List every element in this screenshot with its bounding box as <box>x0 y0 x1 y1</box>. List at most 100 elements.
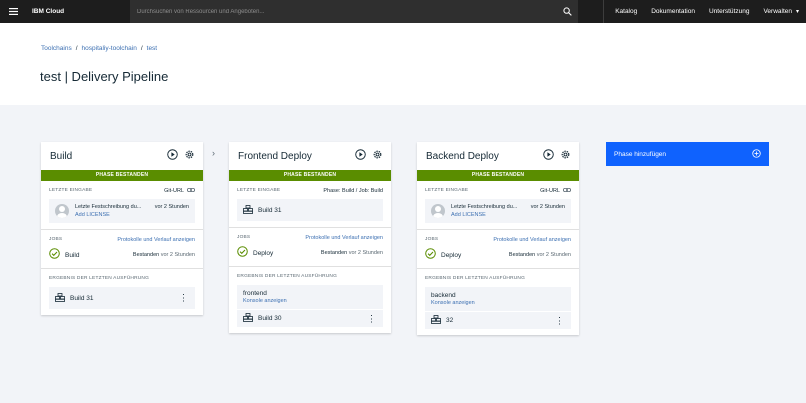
nav-divider <box>603 0 605 23</box>
app-name: backend <box>431 292 456 299</box>
search-bar <box>130 0 578 23</box>
build-icon <box>431 315 441 326</box>
breadcrumb-toolchain[interactable]: hospitaliy-toolchain <box>82 45 137 52</box>
commit-link[interactable]: Add LICENSE <box>75 211 189 219</box>
job-name: Build <box>65 251 80 259</box>
nav-katalog[interactable]: Katalog <box>608 0 644 23</box>
top-bar: IBM Cloud Katalog Dokumentation Unterstü… <box>0 0 806 23</box>
section-last-result: ERGEBNIS DER LETZTEN AUSFÜHRUNG backend … <box>417 269 579 335</box>
breadcrumb-separator: / <box>140 45 143 52</box>
add-phase-label: Phase hinzufügen <box>614 150 667 158</box>
gear-icon[interactable] <box>372 147 383 165</box>
commit-time: vor 2 Stunden <box>154 204 189 210</box>
search-icon[interactable] <box>556 0 578 23</box>
gear-icon[interactable] <box>560 147 571 165</box>
overflow-menu-icon[interactable]: ⋮ <box>555 316 564 325</box>
job-row[interactable]: Build Bestanden vor 2 Stunden <box>49 248 195 262</box>
nav-verwalten[interactable]: Verwalten ▾ <box>756 0 806 23</box>
section-last-input: LETZTE EINGABE Git-URL Letzte Festschrei… <box>417 181 579 230</box>
stage-title: Backend Deploy <box>426 150 499 162</box>
commit-tile: Letzte Festschreibung du... vor 2 Stunden… <box>425 199 571 223</box>
result-tile: frontend Konsole anzeigen <box>237 285 383 309</box>
build-label: 32 <box>446 317 454 324</box>
play-icon[interactable] <box>543 147 554 165</box>
avatar <box>55 204 69 218</box>
job-row[interactable]: Deploy Bestanden vor 2 Stunden <box>425 248 571 262</box>
nav-verwalten-label: Verwalten <box>763 8 792 15</box>
git-url-label: Git-URL <box>540 187 560 194</box>
section-label: LETZTE EINGABE <box>49 188 93 193</box>
build-tile: Build 31 <box>237 199 383 221</box>
link-icon[interactable] <box>187 187 195 195</box>
section-last-input: LETZTE EINGABE Git-URL Letzte Festschrei… <box>41 181 203 230</box>
stage-header: Frontend Deploy <box>229 142 391 170</box>
job-name: Deploy <box>441 251 462 259</box>
view-logs-link[interactable]: Protokolle und Verlauf anzeigen <box>117 237 195 243</box>
check-circle-icon <box>425 246 436 264</box>
build-icon <box>243 204 253 216</box>
hamburger-icon[interactable] <box>0 0 26 23</box>
play-icon[interactable] <box>167 147 178 165</box>
chevron-right-icon: › <box>212 148 215 158</box>
build-label: Build 31 <box>258 206 282 214</box>
stage-title: Build <box>50 150 73 162</box>
commit-message: Letzte Festschreibung du... <box>451 204 518 210</box>
stage-card-frontend-deploy: Frontend Deploy PHASE BESTANDEN LETZTE E… <box>229 142 391 333</box>
job-name: Deploy <box>253 249 274 257</box>
section-label: ERGEBNIS DER LETZTEN AUSFÜHRUNG <box>425 276 526 281</box>
section-last-result: ERGEBNIS DER LETZTEN AUSFÜHRUNG Build 31… <box>41 269 203 315</box>
status-badge: PHASE BESTANDEN <box>417 170 579 181</box>
search-input[interactable] <box>130 0 556 23</box>
section-label: JOBS <box>237 235 251 240</box>
nav-dokumentation[interactable]: Dokumentation <box>644 0 702 23</box>
job-status: Bestanden <box>508 252 536 258</box>
page-header: Toolchains / hospitaliy-toolchain / test… <box>0 23 806 105</box>
nav-unterstuetzung[interactable]: Unterstützung <box>702 0 756 23</box>
build-icon <box>55 292 65 304</box>
job-time: vor 2 Stunden <box>160 252 195 258</box>
job-status: Bestanden <box>132 252 160 258</box>
build-icon <box>243 313 253 324</box>
add-phase-button[interactable]: Phase hinzufügen <box>606 142 769 166</box>
commit-link[interactable]: Add LICENSE <box>451 211 565 219</box>
commit-message: Letzte Festschreibung du... <box>75 204 142 210</box>
console-link[interactable]: Konsole anzeigen <box>243 298 287 304</box>
section-jobs: JOBS Protokolle und Verlauf anzeigen Dep… <box>229 228 391 267</box>
job-time: vor 2 Stunden <box>348 250 383 256</box>
commit-tile: Letzte Festschreibung du... vor 2 Stunden… <box>49 199 195 223</box>
build-tile: 32 ⋮ <box>425 312 571 329</box>
build-tile: Build 30 ⋮ <box>237 310 383 327</box>
overflow-menu-icon[interactable]: ⋮ <box>179 293 188 303</box>
job-time: vor 2 Stunden <box>536 252 571 258</box>
gear-icon[interactable] <box>184 147 195 165</box>
view-logs-link[interactable]: Protokolle und Verlauf anzeigen <box>493 237 571 243</box>
section-label: ERGEBNIS DER LETZTEN AUSFÜHRUNG <box>237 274 338 279</box>
console-link[interactable]: Konsole anzeigen <box>431 300 475 306</box>
brand-logo[interactable]: IBM Cloud <box>26 8 130 15</box>
top-nav: Katalog Dokumentation Unterstützung Verw… <box>603 0 806 23</box>
section-label: ERGEBNIS DER LETZTEN AUSFÜHRUNG <box>49 276 150 281</box>
build-label: Build 30 <box>258 315 282 322</box>
play-icon[interactable] <box>355 147 366 165</box>
stage-header: Backend Deploy <box>417 142 579 170</box>
app-name: frontend <box>243 290 267 297</box>
stage-card-backend-deploy: Backend Deploy PHASE BESTANDEN LETZTE EI… <box>417 142 579 335</box>
git-url-label: Git-URL <box>164 187 184 194</box>
stage-card-build: Build PHASE BESTANDEN LETZTE EINGABE Git… <box>41 142 203 315</box>
build-label: Build 31 <box>70 294 94 302</box>
status-badge: PHASE BESTANDEN <box>229 170 391 181</box>
view-logs-link[interactable]: Protokolle und Verlauf anzeigen <box>305 235 383 241</box>
section-label: JOBS <box>49 237 63 242</box>
commit-time: vor 2 Stunden <box>530 204 565 210</box>
section-last-input: LETZTE EINGABE Phase: Build / Job: Build… <box>229 181 391 228</box>
stage-header: Build <box>41 142 203 170</box>
breadcrumb-separator: / <box>75 45 78 52</box>
plus-circle-icon <box>752 148 761 160</box>
job-row[interactable]: Deploy Bestanden vor 2 Stunden <box>237 246 383 260</box>
check-circle-icon <box>49 246 60 264</box>
page-title: test | Delivery Pipeline <box>40 69 169 84</box>
link-icon[interactable] <box>563 187 571 195</box>
overflow-menu-icon[interactable]: ⋮ <box>367 314 376 323</box>
breadcrumb-pipeline[interactable]: test <box>147 45 157 52</box>
breadcrumb-toolchains[interactable]: Toolchains <box>41 45 72 52</box>
